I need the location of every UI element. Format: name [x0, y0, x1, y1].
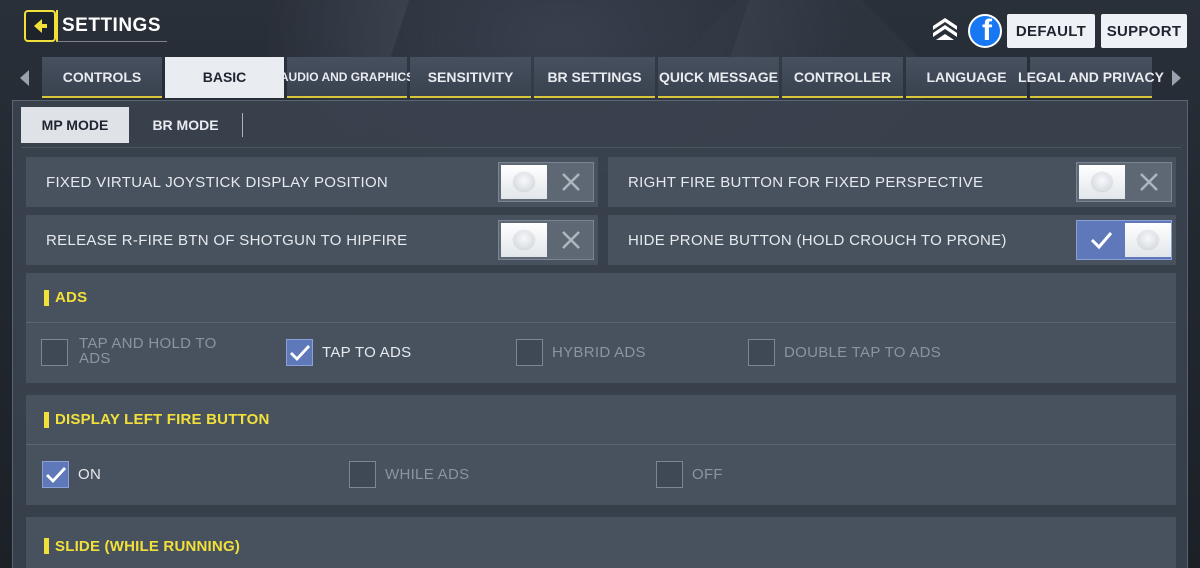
ads-option-hybrid[interactable]: HYBRID ADS: [516, 339, 646, 366]
option-label: OFF: [692, 466, 723, 483]
checkbox[interactable]: [349, 461, 376, 488]
option-label-line2: ADS: [79, 349, 111, 367]
option-label: TAP TO ADS: [322, 344, 412, 361]
option-label: ON: [78, 466, 102, 483]
tab-bar: CONTROLS BASIC AUDIO AND GRAPHICS SENSIT…: [42, 57, 1164, 98]
left-fire-option-while-ads[interactable]: WHILE ADS: [349, 461, 469, 488]
facebook-icon[interactable]: f: [968, 14, 1002, 48]
tab-controls[interactable]: CONTROLS: [42, 57, 162, 98]
br-mode-button[interactable]: BR MODE: [129, 113, 243, 137]
setting-row-right-fire-fixed: RIGHT FIRE BUTTON FOR FIXED PERSPECTIVE: [608, 157, 1176, 207]
ads-option-tap-and-hold[interactable]: TAP AND HOLD TO ADS: [41, 336, 217, 366]
setting-label: HIDE PRONE BUTTON (HOLD CROUCH TO PRONE): [628, 231, 1007, 249]
section-title: ADS: [55, 289, 88, 306]
checkmark-icon: [290, 345, 311, 362]
tab-legal-and-privacy[interactable]: LEGAL AND PRIVACY: [1018, 57, 1164, 98]
section-header: SLIDE (WHILE RUNNING): [26, 517, 1176, 568]
setting-label: FIXED VIRTUAL JOYSTICK DISPLAY POSITION: [46, 173, 389, 191]
left-fire-option-on[interactable]: ON: [42, 461, 101, 488]
ads-option-double-tap[interactable]: DOUBLE TAP TO ADS: [748, 339, 941, 366]
left-fire-option-off[interactable]: OFF: [656, 461, 723, 488]
option-label: HYBRID ADS: [552, 344, 646, 361]
setting-row-fixed-joystick: FIXED VIRTUAL JOYSTICK DISPLAY POSITION: [26, 157, 598, 207]
checkbox[interactable]: [656, 461, 683, 488]
x-icon: [562, 173, 580, 191]
slide-section: SLIDE (WHILE RUNNING): [26, 517, 1176, 568]
setting-label: RELEASE R-FIRE BTN OF SHOTGUN TO HIPFIRE: [46, 231, 408, 249]
checkbox-checked[interactable]: [286, 339, 313, 366]
checkbox[interactable]: [748, 339, 775, 366]
right-fire-fixed-toggle[interactable]: [1076, 162, 1172, 202]
option-label: DOUBLE TAP TO ADS: [784, 344, 942, 361]
option-label: WHILE ADS: [385, 466, 470, 483]
mp-mode-button[interactable]: MP MODE: [21, 107, 129, 143]
setting-row-hide-prone: HIDE PRONE BUTTON (HOLD CROUCH TO PRONE): [608, 215, 1176, 265]
divider: [21, 147, 1181, 148]
toggle-knob: [501, 223, 547, 257]
toggle-knob: [1079, 165, 1125, 199]
settings-panel: MP MODE BR MODE FIXED VIRTUAL JOYSTICK D…: [12, 100, 1188, 568]
tab-scroll-right-icon[interactable]: [1170, 68, 1184, 88]
section-marker: [44, 538, 49, 554]
checkmark-icon: [46, 467, 67, 484]
toggle-knob: [501, 165, 547, 199]
section-marker: [44, 411, 49, 428]
x-icon: [562, 231, 580, 249]
facebook-letter: f: [982, 14, 992, 47]
checkmark-icon: [1090, 232, 1113, 250]
toggle-knob: [1125, 223, 1171, 257]
section-title: SLIDE (WHILE RUNNING): [55, 537, 241, 555]
x-icon: [1140, 173, 1158, 191]
setting-label: RIGHT FIRE BUTTON FOR FIXED PERSPECTIVE: [628, 173, 984, 191]
option-label-line1: TAP AND HOLD TO: [79, 334, 217, 352]
tab-sensitivity[interactable]: SENSITIVITY: [410, 57, 531, 98]
ads-section: ADS TAP AND HOLD TO ADS TAP TO ADS HYBRI…: [26, 273, 1176, 383]
fixed-joystick-toggle[interactable]: [498, 162, 594, 202]
option-label: TAP AND HOLD TO ADS: [79, 336, 217, 366]
tab-quick-message[interactable]: QUICK MESSAGE: [658, 57, 779, 98]
tab-language[interactable]: LANGUAGE: [906, 57, 1027, 98]
checkbox[interactable]: [41, 339, 68, 366]
header: SETTINGS f DEFAULT SUPPORT: [0, 0, 1200, 56]
tab-basic[interactable]: BASIC: [165, 57, 284, 98]
tab-br-settings[interactable]: BR SETTINGS: [534, 57, 655, 98]
left-fire-section: DISPLAY LEFT FIRE BUTTON ON WHILE ADS OF…: [26, 395, 1176, 505]
tab-audio-and-graphics[interactable]: AUDIO AND GRAPHICS: [280, 57, 414, 98]
shotgun-hipfire-toggle[interactable]: [498, 220, 594, 260]
setting-row-shotgun-hipfire: RELEASE R-FIRE BTN OF SHOTGUN TO HIPFIRE: [26, 215, 598, 265]
checkbox-checked[interactable]: [42, 461, 69, 488]
support-button[interactable]: SUPPORT: [1101, 14, 1187, 48]
section-marker: [44, 289, 49, 306]
back-arrow-icon: [34, 19, 47, 33]
default-button[interactable]: DEFAULT: [1007, 14, 1095, 48]
tab-scroll-left-icon[interactable]: [17, 68, 31, 88]
mode-switch: MP MODE BR MODE: [21, 107, 243, 143]
checkbox[interactable]: [516, 339, 543, 366]
ads-option-tap-to-ads[interactable]: TAP TO ADS: [286, 339, 411, 366]
page-title-wrap: SETTINGS: [56, 10, 168, 42]
hide-prone-toggle[interactable]: [1076, 220, 1172, 260]
rank-chevron-icon[interactable]: [930, 14, 960, 44]
section-header: DISPLAY LEFT FIRE BUTTON: [26, 395, 1176, 445]
page-title: SETTINGS: [62, 14, 162, 36]
section-title: DISPLAY LEFT FIRE BUTTON: [55, 411, 270, 428]
section-header: ADS: [26, 273, 1176, 323]
tab-controller[interactable]: CONTROLLER: [782, 57, 903, 98]
back-button[interactable]: [24, 10, 56, 42]
